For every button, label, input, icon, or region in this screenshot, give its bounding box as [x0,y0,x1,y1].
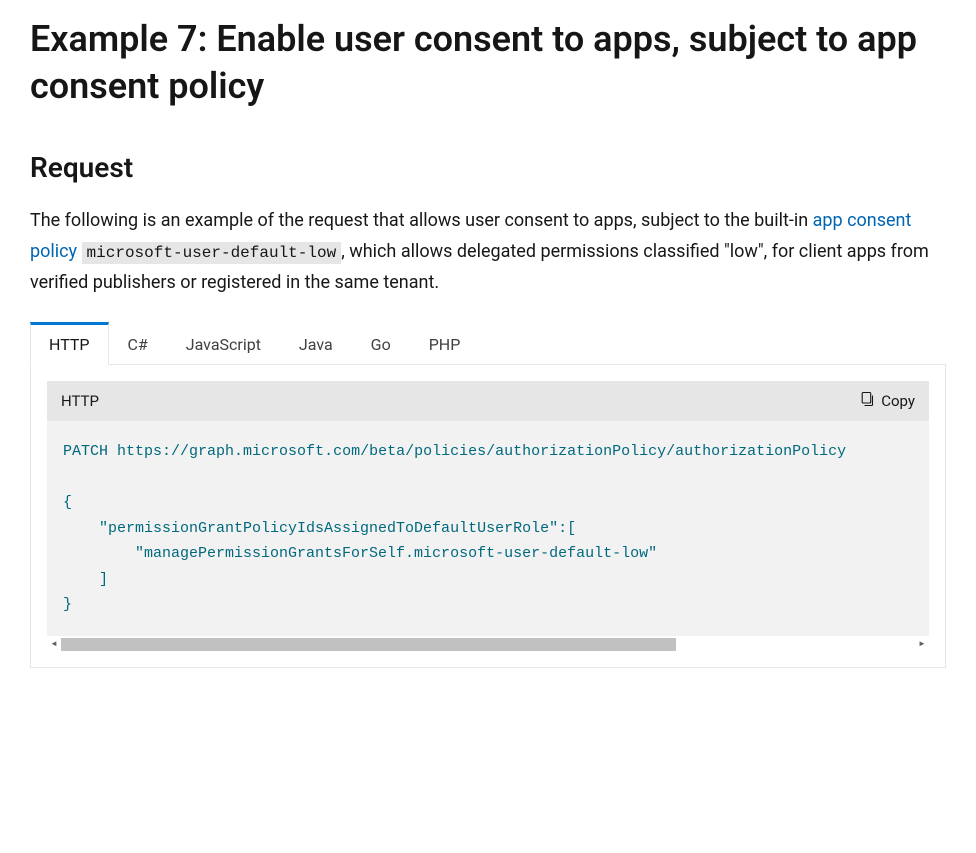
desc-space [77,241,81,262]
copy-button-label: Copy [881,392,915,410]
language-tabs: HTTP C# JavaScript Java Go PHP [30,322,946,365]
horizontal-scrollbar[interactable]: ◄ ► [47,638,929,651]
code-tabs-container: HTTP C# JavaScript Java Go PHP HTTP Copy… [30,322,946,668]
code-method: PATCH [63,443,108,460]
code-value-line: "managePermissionGrantsForSelf.microsoft… [63,545,657,562]
code-body[interactable]: PATCH https://graph.microsoft.com/beta/p… [47,421,929,636]
copy-icon [859,391,875,411]
tab-java[interactable]: Java [280,322,352,365]
scrollbar-thumb[interactable] [61,638,676,651]
code-panel: HTTP Copy PATCH https://graph.microsoft.… [30,365,946,668]
tab-javascript[interactable]: JavaScript [167,322,280,365]
copy-button[interactable]: Copy [859,391,915,411]
code-scroll-wrapper: PATCH https://graph.microsoft.com/beta/p… [47,421,929,651]
tab-go[interactable]: Go [352,322,410,365]
request-description: The following is an example of the reque… [30,206,946,298]
scrollbar-track[interactable] [61,638,915,651]
code-array-close: ] [63,571,108,588]
tab-http[interactable]: HTTP [30,322,109,365]
desc-text-prefix: The following is an example of the reque… [30,210,813,231]
code-header: HTTP Copy [47,381,929,421]
scroll-left-arrow-icon[interactable]: ◄ [47,638,61,651]
tab-php[interactable]: PHP [410,322,480,365]
example-heading: Example 7: Enable user consent to apps, … [30,16,946,110]
code-key-line: "permissionGrantPolicyIdsAssignedToDefau… [63,520,576,537]
tab-csharp[interactable]: C# [109,322,167,365]
code-url: https://graph.microsoft.com/beta/policie… [117,443,846,460]
scroll-right-arrow-icon[interactable]: ► [915,638,929,651]
request-heading: Request [30,146,946,191]
inline-code-policy-id: microsoft-user-default-low [82,242,342,264]
code-language-label: HTTP [61,389,99,413]
code-brace-open: { [63,494,72,511]
code-brace-close: } [63,596,72,613]
